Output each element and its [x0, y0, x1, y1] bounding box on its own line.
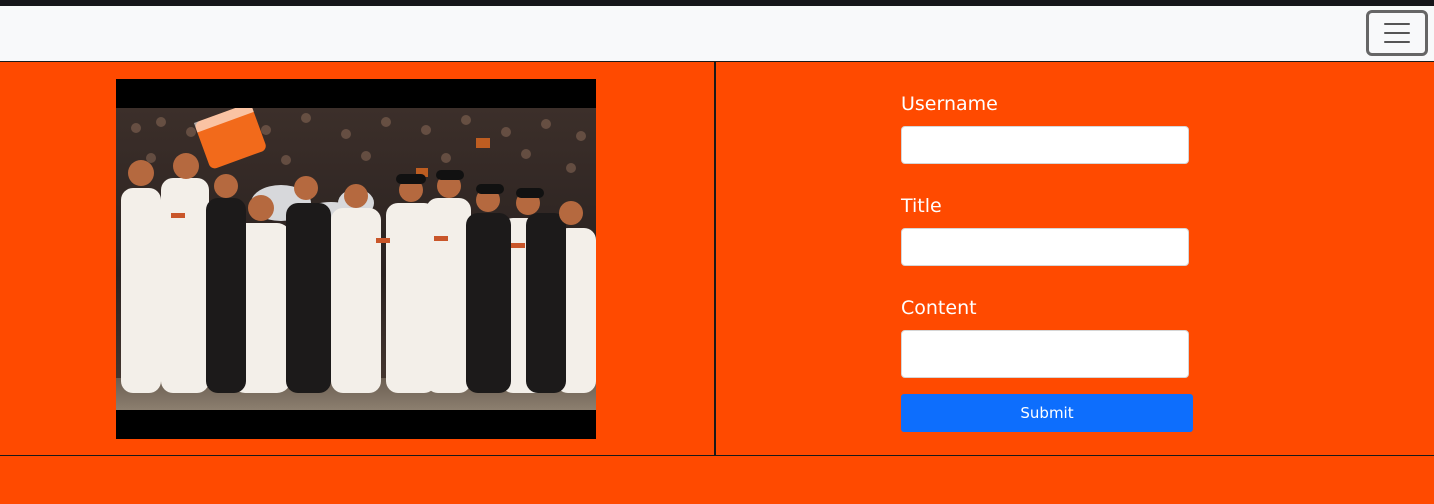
title-label: Title [901, 195, 942, 217]
navbar-toggler-button[interactable] [1366, 10, 1428, 56]
username-label: Username [901, 93, 998, 115]
post-form: Username Title Content Submit [901, 92, 1193, 432]
content-textarea[interactable] [901, 330, 1189, 378]
navbar [0, 6, 1434, 62]
footer [0, 455, 1434, 504]
media-panel [0, 62, 716, 456]
celebration-photo [116, 79, 596, 439]
username-input[interactable] [901, 126, 1189, 164]
title-input[interactable] [901, 228, 1189, 266]
post-form-panel: Username Title Content Submit [716, 62, 1434, 456]
hamburger-menu-icon [1384, 23, 1410, 43]
main-content: Username Title Content Submit [0, 62, 1434, 456]
content-label: Content [901, 297, 977, 319]
team-celebration-image [116, 108, 596, 410]
submit-button[interactable]: Submit [901, 394, 1193, 432]
